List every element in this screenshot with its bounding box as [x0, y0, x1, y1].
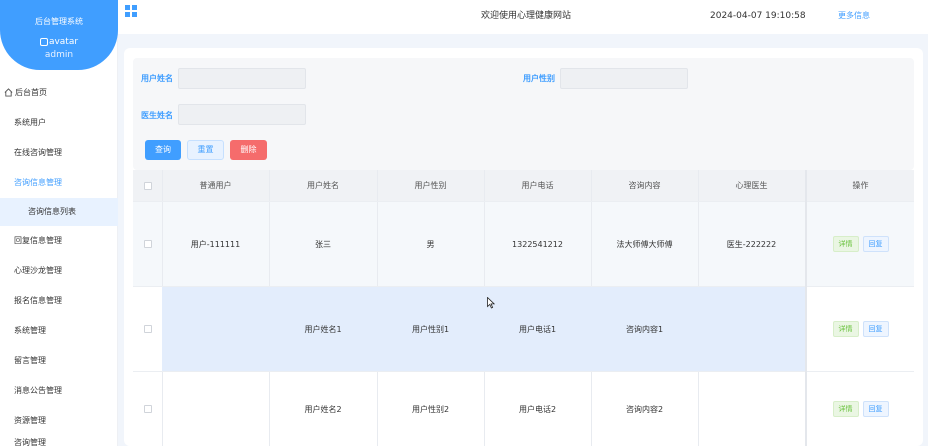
app-root: 后台管理系统 avatar admin 后台首页 系统用户 在线咨询管理 咨询信…: [0, 0, 928, 446]
current-datetime: 2024-04-07 19:10:58: [710, 11, 806, 21]
home-icon: [4, 88, 13, 97]
table-cell: [698, 372, 805, 446]
row-select-cell: [133, 202, 162, 286]
user-gender-input[interactable]: [560, 68, 688, 89]
table-cell: 用户电话1: [518, 324, 557, 334]
table-cell: 用户性别2: [411, 404, 450, 414]
table-cell: [162, 372, 269, 446]
column-header: 操作: [852, 181, 869, 190]
table-cell: 咨询内容2: [625, 404, 664, 414]
row-select-cell: [133, 372, 162, 446]
column-header[interactable]: 心理医生: [698, 170, 805, 201]
row-checkbox[interactable]: [143, 405, 152, 413]
user-name-label: 用户姓名: [141, 74, 173, 83]
reply-button[interactable]: 回复: [862, 236, 889, 252]
reply-button[interactable]: 回复: [862, 321, 889, 337]
sidebar-item-home[interactable]: 后台首页: [0, 78, 118, 108]
sidebar-subitem-consult-list[interactable]: 咨询信息列表: [0, 198, 118, 226]
table-cell: 张三: [315, 239, 331, 249]
detail-button[interactable]: 详情: [832, 401, 859, 417]
query-button[interactable]: 查询: [145, 140, 181, 160]
system-name: 后台管理系统: [35, 17, 83, 26]
table-cell: 用户电话2: [518, 404, 557, 414]
table-row[interactable]: 用户姓名1 用户性别1 用户电话1 咨询内容1 详情 回复: [133, 286, 914, 371]
sidebar-item-system-manage[interactable]: 系统管理: [0, 316, 118, 346]
sidebar-item-registration[interactable]: 报名信息管理: [0, 286, 118, 316]
broken-image-icon: [39, 37, 48, 46]
detail-button[interactable]: 详情: [832, 236, 859, 252]
sidebar: 后台管理系统 avatar admin 后台首页 系统用户 在线咨询管理 咨询信…: [0, 0, 118, 446]
table-cell: 法大师傅大师傅: [616, 239, 673, 249]
sidebar-item-messages[interactable]: 留言管理: [0, 346, 118, 376]
table-cell: 用户-111111: [190, 239, 241, 249]
table-cell: [698, 287, 805, 371]
reply-button[interactable]: 回复: [862, 401, 889, 417]
table-header: 普通用户 用户姓名 用户性别 用户电话 咨询内容 心理医生 操作: [133, 170, 914, 201]
row-actions: 详情 回复: [807, 372, 914, 446]
doctor-name-input[interactable]: [178, 104, 306, 125]
sidebar-item-salon[interactable]: 心理沙龙管理: [0, 256, 118, 286]
grid-menu-icon[interactable]: [125, 5, 137, 17]
avatar[interactable]: avatar: [0, 37, 118, 47]
doctor-name-label: 医生姓名: [141, 111, 173, 120]
table-cell: [162, 287, 269, 371]
top-header: 欢迎使用心理健康网站 2024-04-07 19:10:58 更多信息: [118, 0, 928, 34]
fixed-column-divider: [805, 170, 807, 446]
column-header[interactable]: 普通用户: [162, 170, 269, 201]
table-cell: 用户性别1: [411, 324, 450, 334]
sidebar-item-system-users[interactable]: 系统用户: [0, 108, 118, 138]
sidebar-item-reply-info[interactable]: 回复信息管理: [0, 226, 118, 256]
table-row[interactable]: 用户姓名2 用户性别2 用户电话2 咨询内容2 详情 回复: [133, 371, 914, 446]
username: admin: [44, 50, 74, 60]
sidebar-item-online-consult[interactable]: 在线咨询管理: [0, 138, 118, 168]
row-actions: 详情 回复: [807, 202, 914, 286]
sidebar-brand: 后台管理系统 avatar admin: [0, 0, 118, 70]
sidebar-item-consult-manage[interactable]: 咨询管理: [0, 436, 118, 446]
sidebar-item-announcements[interactable]: 消息公告管理: [0, 376, 118, 406]
row-checkbox[interactable]: [143, 240, 152, 248]
table-cell: 咨询内容1: [625, 324, 664, 334]
row-select-cell: [133, 287, 162, 371]
column-header[interactable]: 咨询内容: [591, 170, 698, 201]
table-cell: 用户姓名1: [304, 324, 342, 334]
column-header[interactable]: 用户性别: [377, 170, 484, 201]
row-checkbox[interactable]: [143, 325, 152, 333]
table-cell: 医生-222222: [726, 239, 777, 249]
table-cell: 1322541212: [512, 239, 563, 249]
sidebar-item-resources[interactable]: 资源管理: [0, 406, 118, 436]
column-header[interactable]: 用户姓名: [269, 170, 377, 201]
table-cell: 用户姓名2: [304, 404, 342, 414]
more-info-link[interactable]: 更多信息: [838, 10, 870, 21]
mouse-cursor-icon: [487, 297, 495, 309]
user-name-input[interactable]: [178, 68, 306, 89]
delete-button[interactable]: 删除: [230, 140, 267, 160]
sidebar-menu: 后台首页 系统用户 在线咨询管理 咨询信息管理 咨询信息列表 回复信息管理 心理…: [0, 78, 118, 446]
select-all-cell: [133, 170, 162, 201]
detail-button[interactable]: 详情: [832, 321, 859, 337]
row-actions: 详情 回复: [807, 287, 914, 371]
sidebar-item-consult-info[interactable]: 咨询信息管理: [0, 168, 118, 198]
table-cell: 男: [426, 239, 435, 249]
sidebar-item-label: 后台首页: [15, 88, 47, 97]
column-header[interactable]: 用户电话: [484, 170, 591, 201]
select-all-checkbox[interactable]: [143, 181, 152, 190]
avatar-alt-text: avatar: [48, 37, 79, 47]
welcome-title: 欢迎使用心理健康网站: [481, 11, 572, 21]
user-gender-label: 用户性别: [523, 74, 555, 83]
table-row[interactable]: 用户-111111 张三 男 1322541212 法大师傅大师傅 医生-222…: [133, 201, 914, 286]
reset-button[interactable]: 重置: [187, 140, 224, 160]
